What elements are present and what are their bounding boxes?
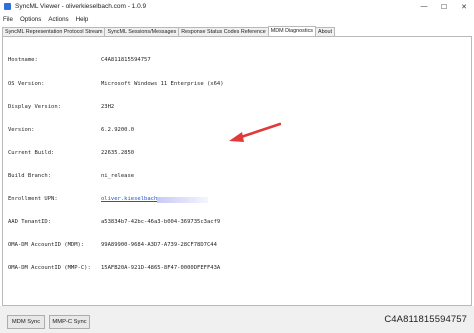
tab-sessions-messages[interactable]: SyncML Sessions/Messages <box>104 27 180 36</box>
diag-value: Microsoft Windows 11 Enterprise (x64) <box>101 80 224 87</box>
bottom-toolbar: MDM Sync MMP-C Sync C4A811815594757 <box>0 306 474 333</box>
diag-value: ni_release <box>101 172 135 179</box>
diag-value: 99A89900-9684-A3D7-A739-28CF78D7C44 <box>101 242 217 249</box>
tab-mdm-diagnostics[interactable]: MDM Diagnostics <box>267 26 316 36</box>
diag-row-version: Version: 6.2.9200.0 <box>8 127 224 135</box>
diag-row-display-version: Display Version: 23H2 <box>8 104 224 112</box>
diag-row-os-version: OS Version: Microsoft Windows 11 Enterpri… <box>8 81 224 89</box>
enrollment-upn-link[interactable]: oliver.kieselbach <box>101 196 157 204</box>
close-icon[interactable]: ✕ <box>454 0 474 13</box>
diag-row-omadm-mmpc: OMA-DM AccountID (MMP-C): 15AFB20A-921D-4… <box>8 265 224 273</box>
diag-label: OMA-DM AccountID (MMP-C): <box>8 265 91 272</box>
diag-value: 15AFB20A-921D-4865-8F47-0000DFEFF43A <box>101 265 221 272</box>
diag-value: a53834b7-42bc-46a3-b004-369735c3acf9 <box>101 219 221 226</box>
diag-label: AAD TenantID: <box>8 219 52 226</box>
redaction-block <box>157 196 209 203</box>
menu-bar: File Options Actions Help <box>0 13 474 25</box>
diag-value: 23H2 <box>101 103 115 110</box>
diagnostics-panel: Hostname: C4A811815594757 OS Version: Micr… <box>2 36 472 306</box>
diag-label: Hostname: <box>8 57 38 64</box>
menu-file[interactable]: File <box>3 16 13 23</box>
window-title: SyncML Viewer - oliverkieselbach.com - 1… <box>15 3 147 10</box>
diag-value: C4A811815594757 <box>101 57 151 64</box>
window-controls: — ☐ ✕ <box>414 0 474 13</box>
diag-row-aad-tenantid: AAD TenantID: a53834b7-42bc-46a3-b004-369… <box>8 219 224 227</box>
device-id-label: C4A811815594757 <box>384 314 467 325</box>
diag-row-enrollment-upn: Enrollment UPN: oliver.kieselbach <box>8 196 224 204</box>
tab-about[interactable]: About <box>314 27 336 36</box>
menu-options[interactable]: Options <box>20 16 41 23</box>
diag-row-hostname: Hostname: C4A811815594757 <box>8 57 224 65</box>
diag-value: 22635.2850 <box>101 149 135 156</box>
diag-label: Current Build: <box>8 149 55 156</box>
diag-label: OMA-DM AccountID (MDM): <box>8 242 85 249</box>
mdm-sync-button[interactable]: MDM Sync <box>7 315 45 329</box>
tab-syncml-stream[interactable]: SyncML Representation Protocol Stream <box>2 27 106 36</box>
red-arrow-icon <box>229 122 281 142</box>
title-bar: SyncML Viewer - oliverkieselbach.com - 1… <box>0 0 474 13</box>
maximize-icon[interactable]: ☐ <box>434 0 454 13</box>
tab-status-codes[interactable]: Response Status Codes Reference <box>178 27 269 36</box>
diag-label: Version: <box>8 126 35 133</box>
minimize-icon[interactable]: — <box>414 0 434 13</box>
app-icon <box>4 3 11 10</box>
diag-value: 6.2.9200.0 <box>101 126 135 133</box>
diagnostics-text[interactable]: Hostname: C4A811815594757 OS Version: Micr… <box>8 42 224 288</box>
diag-label: OS Version: <box>8 80 45 87</box>
mmpc-sync-button[interactable]: MMP-C Sync <box>49 315 90 329</box>
diag-row-omadm-mdm: OMA-DM AccountID (MDM): 99A89900-9684-A3D… <box>8 242 224 250</box>
diag-label: Display Version: <box>8 103 61 110</box>
diag-row-current-build: Current Build: 22635.2850 <box>8 150 224 158</box>
menu-actions[interactable]: Actions <box>48 16 68 23</box>
diag-label: Build Branch: <box>8 172 52 179</box>
diag-row-build-branch: Build Branch: ni_release <box>8 173 224 181</box>
diag-label: Enrollment UPN: <box>8 195 58 202</box>
tab-bar: SyncML Representation Protocol Stream Sy… <box>0 26 474 36</box>
menu-help[interactable]: Help <box>76 16 89 23</box>
